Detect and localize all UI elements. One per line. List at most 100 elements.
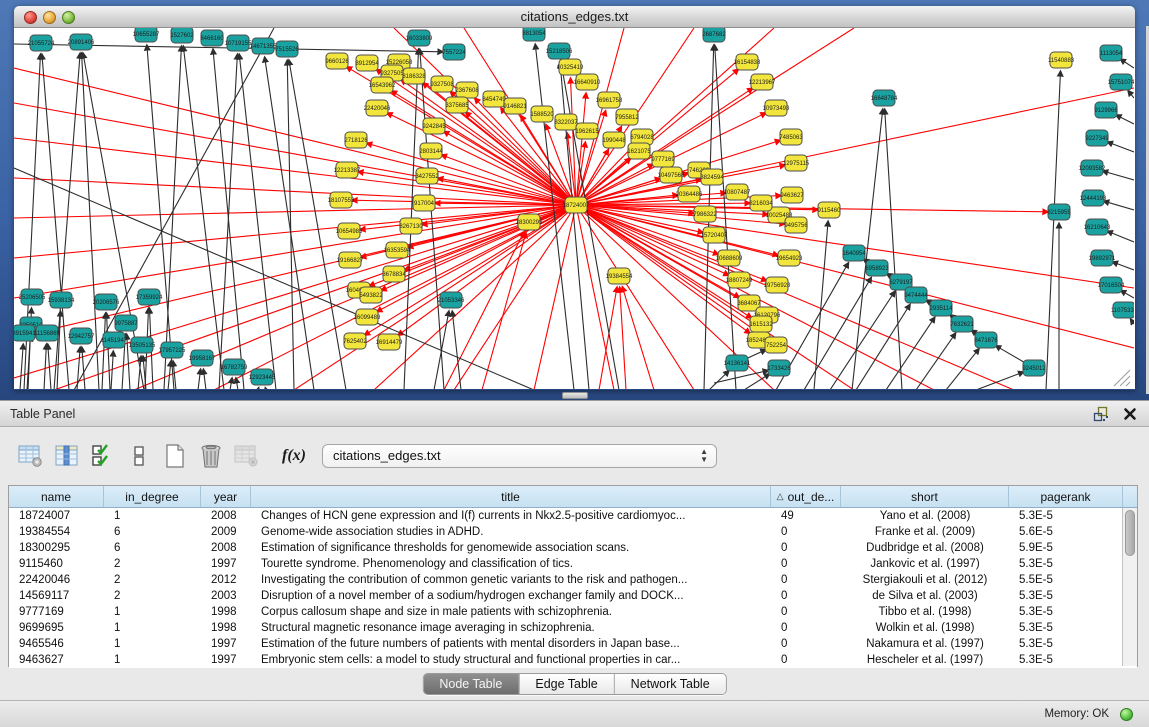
table-cell: 9699695: [9, 620, 104, 636]
graph-edge: [236, 378, 238, 389]
table-header-row: namein_degreeyear title △out_de... short pag…: [9, 486, 1137, 508]
graph-node-label: 14136141: [724, 361, 751, 367]
graph-node-label: 12923445: [249, 375, 276, 381]
table-cell: 1: [104, 636, 201, 652]
splitter-handle[interactable]: [562, 392, 588, 399]
graph-edge: [454, 205, 576, 389]
graph-node-label: 18724007: [563, 203, 590, 209]
table-row[interactable]: 977716911998Corpus callosum shape and si…: [9, 604, 1137, 620]
graph-edge: [198, 369, 201, 389]
table-cell: 1997: [201, 652, 251, 668]
graph-node-label: 21055724: [28, 41, 55, 47]
show-columns-button[interactable]: [52, 442, 82, 470]
graph-edge: [106, 313, 110, 389]
graph-node-label: 8267130: [399, 224, 423, 230]
graph-node-label: 7485063: [779, 135, 803, 141]
table-cell: 2009: [201, 524, 251, 540]
table-cell: 22420046: [9, 572, 104, 588]
column-header-out_de[interactable]: △out_de...: [771, 486, 841, 507]
graph-node-label: 12942757: [68, 334, 95, 340]
resize-grip[interactable]: [1126, 382, 1130, 386]
column-header-year[interactable]: year: [201, 486, 251, 507]
float-window-icon[interactable]: [1093, 406, 1109, 422]
graph-node-label: 7625402: [343, 339, 367, 345]
graph-edge: [1128, 91, 1134, 98]
table-chooser-dropdown[interactable]: citations_edges.txt ▲▼: [322, 444, 717, 468]
graph-edge: [885, 109, 902, 389]
dropdown-stepper-icon: ▲▼: [700, 448, 708, 464]
table-cell: 0: [771, 620, 841, 636]
table-cell: 0: [771, 524, 841, 540]
table-cell: Estimation of significance thresholds fo…: [251, 540, 771, 556]
graph-node-label: 9115460: [818, 208, 842, 214]
graph-node-label: 16154838: [734, 60, 761, 66]
table-cell: 5.5E-5: [1009, 572, 1123, 588]
window-title: citations_edges.txt: [14, 9, 1135, 24]
table-row[interactable]: 1872400712008Changes of HCN gene express…: [9, 508, 1137, 524]
network-view-window: citations_edges.txt 18724007966012689129…: [14, 6, 1135, 390]
table-cell: 2008: [201, 540, 251, 556]
graph-edge: [203, 369, 206, 389]
attribute-table: namein_degreeyear title △out_de... short pag…: [8, 485, 1138, 667]
graph-node-label: 9975887: [114, 321, 138, 327]
tab-network-table[interactable]: Network Table: [614, 674, 726, 694]
network-canvas[interactable]: 1872400796601268912954152260589327505165…: [14, 28, 1135, 389]
graph-node-label: 1615132: [749, 322, 773, 328]
table-row[interactable]: 1938455462009Genome-wide association stu…: [9, 524, 1137, 540]
column-header-in_degree[interactable]: in_degree: [104, 486, 201, 507]
column-header-name[interactable]: name: [9, 486, 104, 507]
table-cell: Disruption of a novel member of a sodium…: [251, 588, 771, 604]
graph-node-label: 3824594: [700, 175, 724, 181]
column-header-label: title: [501, 490, 520, 504]
close-panel-icon[interactable]: [1123, 407, 1137, 421]
graph-edge: [1107, 142, 1134, 152]
create-column-button[interactable]: [160, 442, 190, 470]
table-cell: 5.3E-5: [1009, 508, 1123, 524]
table-vertical-scrollbar[interactable]: [1122, 508, 1137, 666]
graph-node-label: 19756928: [764, 283, 791, 289]
column-header-label: short: [911, 490, 938, 504]
tab-edge-table[interactable]: Edge Table: [518, 674, 613, 694]
table-settings-button[interactable]: [16, 442, 46, 470]
graph-edge: [444, 131, 576, 205]
function-builder-button[interactable]: f(x): [282, 447, 306, 465]
table-row[interactable]: 1830029562008Estimation of significance …: [9, 540, 1137, 556]
graph-node-label: 18107553: [328, 198, 355, 204]
graph-node-label: 12093582: [1079, 166, 1106, 172]
graph-node-label: 12213387: [334, 168, 361, 174]
table-row[interactable]: 911546021997Tourette syndrome. Phenomeno…: [9, 556, 1137, 572]
column-header-title[interactable]: title: [251, 486, 771, 507]
graph-node-label: 20206576: [93, 300, 120, 306]
table-cell: 2: [104, 556, 201, 572]
resize-grip[interactable]: [1120, 376, 1130, 386]
graph-node-label: 7515526: [275, 47, 299, 53]
table-cell: Genome-wide association studies in ADHD.: [251, 524, 771, 540]
table-row[interactable]: 2242004622012Investigating the contribut…: [9, 572, 1137, 588]
delete-columns-button[interactable]: [196, 442, 226, 470]
tab-node-table[interactable]: Node Table: [423, 674, 518, 694]
graph-edge: [1046, 71, 1061, 389]
select-columns-button[interactable]: [88, 442, 118, 470]
column-header-pagerank[interactable]: pagerank: [1009, 486, 1123, 507]
scrollbar-thumb[interactable]: [1125, 510, 1135, 556]
graph-edge: [1130, 319, 1134, 324]
graph-node-label: 1990448: [602, 138, 626, 144]
graph-node-label: 752254: [766, 343, 787, 349]
table-row[interactable]: 969969511998Structural magnetic resonanc…: [9, 620, 1137, 636]
graph-node-label: 2367608: [455, 88, 479, 94]
graph-node-label: 3427552: [415, 174, 439, 180]
graph-node-label: 1733426: [767, 366, 791, 372]
table-row[interactable]: 946362711997Embryonic stem cells: a mode…: [9, 652, 1137, 668]
network-window-titlebar[interactable]: citations_edges.txt: [14, 6, 1135, 28]
column-header-short[interactable]: short: [841, 486, 1009, 507]
graph-edge: [830, 291, 895, 389]
row-options-button[interactable]: [124, 442, 154, 470]
table-row[interactable]: 1456911722003Disruption of a novel membe…: [9, 588, 1137, 604]
graph-node-label: 9327508: [430, 82, 454, 88]
table-toolbar: f(x) citations_edges.txt ▲▼: [16, 440, 717, 472]
delete-table-disabled-button: [232, 442, 262, 470]
graph-node-label: 20364486: [676, 192, 703, 198]
graph-edge: [976, 372, 1024, 389]
graph-node-label: 16033809: [406, 36, 433, 42]
table-row[interactable]: 946554611997Estimation of the future num…: [9, 636, 1137, 652]
